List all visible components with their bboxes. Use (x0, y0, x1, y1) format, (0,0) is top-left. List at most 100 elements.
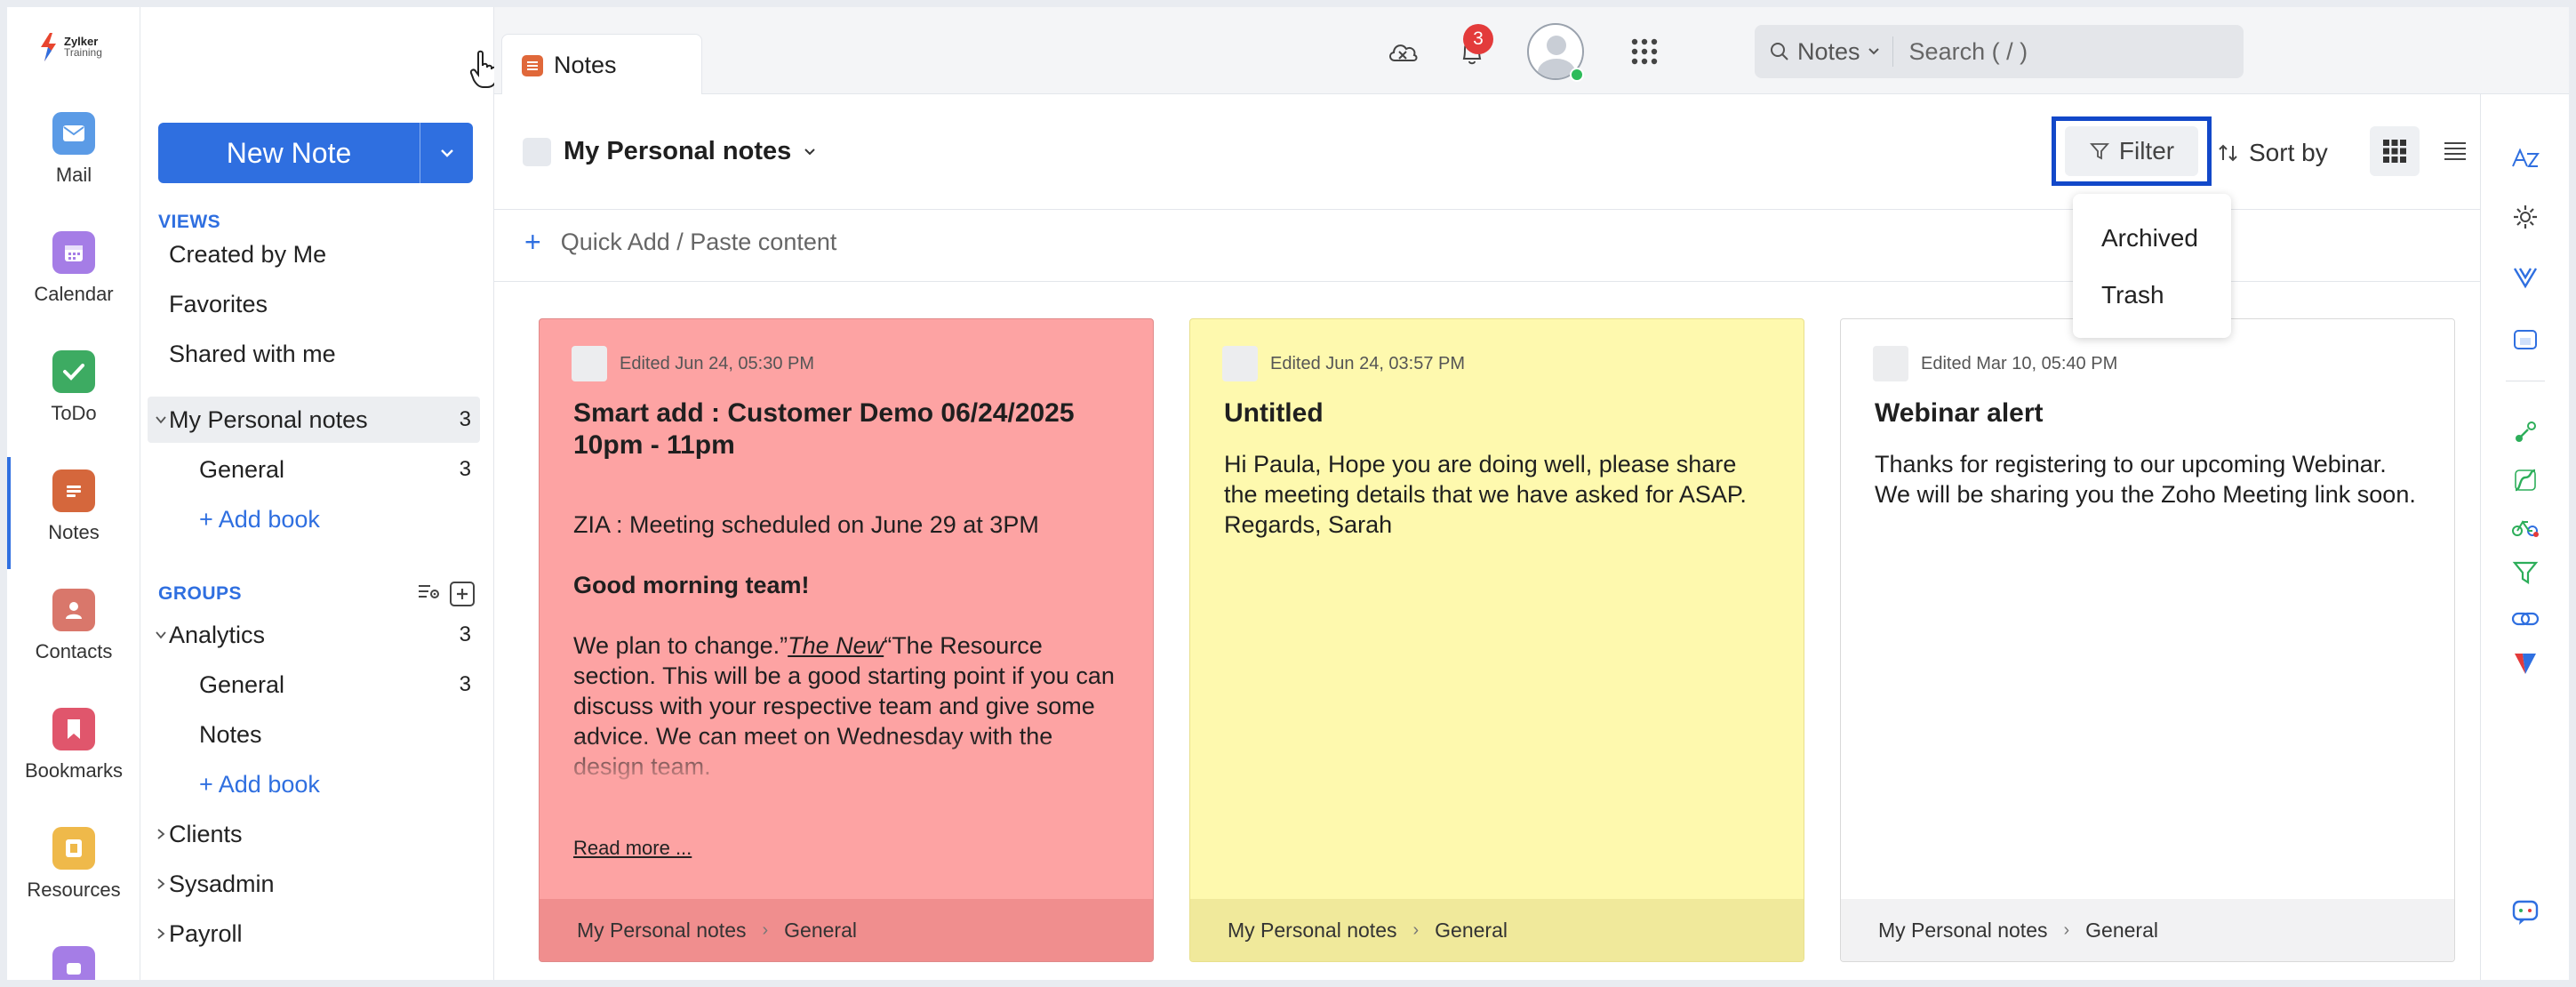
rail-mail[interactable]: Mail (7, 112, 140, 187)
views-heading: VIEWS (158, 212, 221, 232)
cloud-sync-icon[interactable] (1385, 34, 1420, 69)
book-general[interactable]: General 3 (148, 662, 480, 708)
rail-resources-label: Resources (27, 879, 121, 901)
new-note-button[interactable]: New Note (158, 123, 420, 183)
note-edited-time: Edited Jun 24, 03:57 PM (1270, 353, 1466, 373)
tab-notes[interactable]: Notes (501, 34, 702, 96)
note-body: Hi Paula, Hope you are doing well, pleas… (1224, 451, 1747, 538)
view-created-by-me[interactable]: Created by Me (148, 231, 480, 277)
filter-highlight: Filter (2052, 116, 2212, 186)
group-settings-icon[interactable] (418, 582, 441, 607)
search-bar[interactable]: Notes Search ( / ) (1755, 25, 2244, 78)
filter-button[interactable]: Filter (2065, 126, 2198, 176)
quick-add-placeholder: Quick Add / Paste content (560, 229, 837, 255)
view-label: Favorites (169, 290, 268, 317)
app-grid-icon[interactable] (1627, 34, 1662, 69)
bike-icon[interactable] (2508, 509, 2543, 544)
chevron-right-icon[interactable] (155, 927, 167, 940)
group-clients[interactable]: Clients (148, 811, 480, 857)
rail-bookmarks[interactable]: Bookmarks (7, 708, 140, 782)
rail-contacts[interactable]: Contacts (7, 589, 140, 663)
vani-icon[interactable] (2508, 260, 2543, 295)
gear-icon[interactable] (2508, 199, 2543, 235)
todo-check-icon (52, 350, 95, 393)
search-scope-dropdown[interactable]: Notes (1755, 36, 1893, 67)
grid-view-button[interactable] (2370, 126, 2420, 176)
note-card[interactable]: Edited Jun 24, 05:30 PM Smart add : Cust… (539, 318, 1154, 962)
contacts-icon (52, 589, 95, 631)
filter-option-archived[interactable]: Archived (2101, 224, 2198, 253)
notebook-selector[interactable]: My Personal notes (523, 137, 816, 166)
note-breadcrumb[interactable]: My Personal notes › General (1190, 899, 1804, 961)
view-favorites[interactable]: Favorites (148, 281, 480, 327)
new-note-button-group: New Note (158, 123, 473, 183)
notebook-title: My Personal notes (564, 137, 792, 165)
chevron-right-icon[interactable] (155, 828, 167, 840)
desk-icon[interactable] (2508, 462, 2543, 498)
zylker-logo[interactable]: Zylker Training (37, 32, 102, 62)
filter-option-trash[interactable]: Trash (2101, 281, 2164, 309)
mail-icon (52, 112, 95, 155)
add-group-icon[interactable] (450, 582, 475, 606)
book-notes[interactable]: Notes (148, 711, 480, 758)
groups-heading: GROUPS (158, 583, 243, 604)
book-label: General (199, 670, 285, 698)
group-payroll[interactable]: Payroll (148, 911, 480, 957)
rail-bookmarks-label: Bookmarks (24, 759, 124, 782)
crm-link-icon[interactable] (2508, 414, 2543, 450)
breadcrumb-notebook: My Personal notes (1878, 918, 2048, 942)
read-more-link[interactable]: Read more ... (573, 837, 692, 860)
view-label: Created by Me (169, 240, 327, 268)
rail-calendar-label: Calendar (34, 283, 114, 305)
add-book-link[interactable]: + Add book (148, 761, 480, 807)
search-input[interactable]: Search ( / ) (1893, 38, 2028, 66)
note-breadcrumb[interactable]: My Personal notes › General (540, 899, 1153, 961)
chevron-right-icon[interactable] (155, 878, 167, 890)
rail-more-app[interactable] (7, 946, 140, 980)
note-edited-time: Edited Jun 24, 05:30 PM (620, 353, 815, 373)
note-title: Webinar alert (1875, 398, 2044, 428)
quick-add-input[interactable]: + Quick Add / Paste content (524, 226, 836, 259)
rail-notes-label: Notes (48, 521, 100, 543)
group-analytics[interactable]: Analytics 3 (148, 612, 480, 658)
link-icon[interactable] (2508, 601, 2543, 637)
translate-icon[interactable] (2508, 140, 2543, 176)
rail-calendar[interactable]: Calendar (7, 231, 140, 306)
rail-notes[interactable]: Notes (7, 457, 140, 569)
rail-resources[interactable]: Resources (7, 827, 140, 902)
note-card[interactable]: Edited Jun 24, 03:57 PM Untitled Hi Paul… (1189, 318, 1804, 962)
note-body: Thanks for registering to our upcoming W… (1875, 451, 2416, 508)
add-book-link[interactable]: + Add book (148, 496, 480, 542)
brand-sub: Training (64, 46, 102, 59)
chat-assistant-icon[interactable] (2508, 895, 2543, 930)
notification-count-badge: 3 (1463, 24, 1493, 54)
group-label: Clients (169, 820, 243, 847)
book-count: 3 (459, 457, 471, 481)
group-sysadmin[interactable]: Sysadmin (148, 861, 480, 907)
workdrive-icon[interactable] (2508, 322, 2543, 357)
chevron-right-icon: › (762, 919, 769, 940)
chevron-down-icon[interactable] (155, 413, 167, 426)
rail-todo[interactable]: ToDo (7, 350, 140, 425)
view-shared-with-me[interactable]: Shared with me (148, 331, 480, 377)
note-meta: Edited Mar 10, 05:40 PM (1873, 346, 2117, 381)
vertex-icon[interactable] (2508, 646, 2543, 681)
notebook-my-personal-notes[interactable]: My Personal notes 3 (148, 397, 480, 443)
sort-by-button[interactable]: Sort by (2217, 139, 2328, 167)
note-card[interactable]: Edited Mar 10, 05:40 PM Webinar alert Th… (1840, 318, 2455, 962)
notes-content: My Personal notes Filter Sort by + Quick… (494, 94, 2480, 980)
chevron-right-icon: › (2063, 919, 2070, 940)
note-author-avatar (572, 346, 607, 381)
new-note-options-button[interactable] (420, 123, 473, 183)
note-link[interactable]: The New (788, 632, 884, 659)
bookmark-icon (52, 708, 95, 750)
list-view-button[interactable] (2430, 126, 2480, 176)
chevron-down-icon[interactable] (155, 629, 167, 641)
group-count: 3 (459, 622, 471, 646)
note-title: Untitled (1224, 398, 1324, 428)
funnel-icon[interactable] (2508, 555, 2543, 590)
search-icon (1771, 43, 1788, 60)
book-general[interactable]: General 3 (148, 446, 480, 493)
list-view-icon (2444, 142, 2466, 160)
note-breadcrumb[interactable]: My Personal notes › General (1841, 899, 2454, 961)
